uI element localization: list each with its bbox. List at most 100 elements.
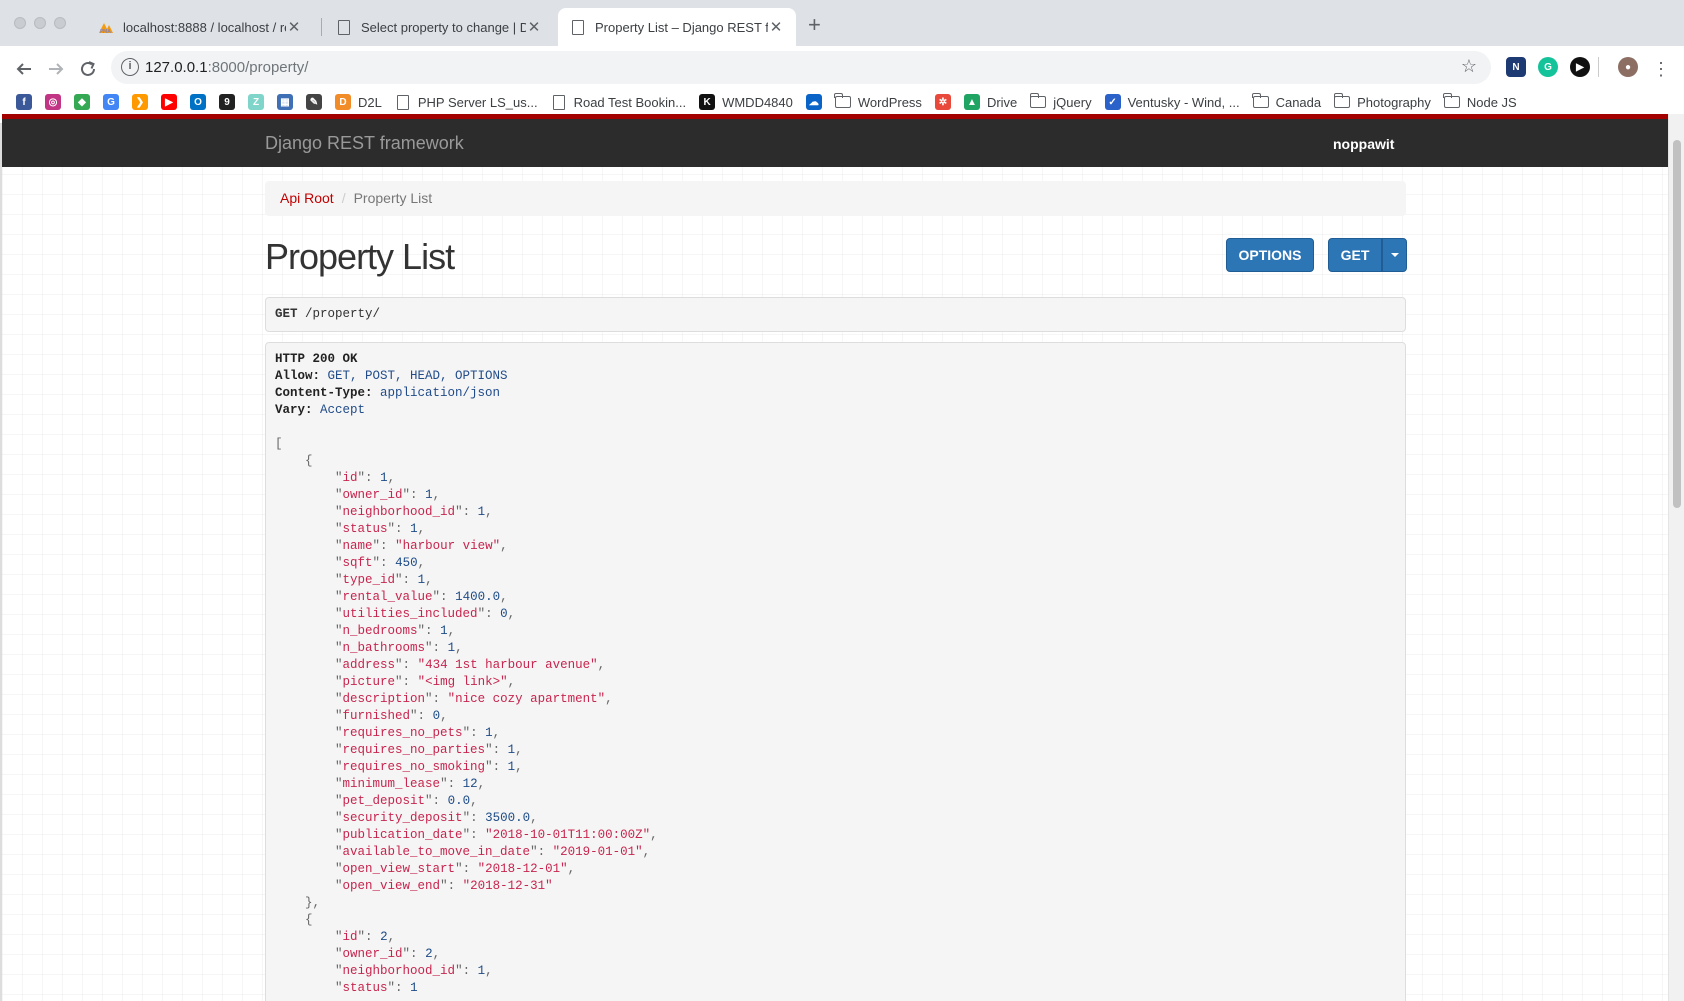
folder-icon bbox=[1252, 93, 1269, 108]
json-field: "open_view_end": "2018-12-31" bbox=[335, 879, 553, 893]
outlook-icon: O bbox=[190, 94, 206, 110]
bookmark-label: WMDD4840 bbox=[722, 94, 793, 110]
page-icon bbox=[570, 19, 586, 35]
bookmark-item[interactable]: Z bbox=[248, 94, 264, 110]
bookmark-item[interactable]: WordPress bbox=[834, 93, 922, 110]
json-field: "pet_deposit": 0.0, bbox=[335, 794, 478, 808]
json-field: "requires_no_parties": 1, bbox=[335, 743, 523, 757]
back-icon[interactable] bbox=[13, 58, 35, 80]
bookmark-item[interactable]: f bbox=[16, 94, 32, 110]
pinwheel-icon: ✲ bbox=[934, 94, 951, 110]
bookmark-label: Node JS bbox=[1466, 94, 1517, 110]
grammarly-icon[interactable]: G bbox=[1538, 57, 1558, 77]
bookmark-item[interactable]: ▲ Drive bbox=[963, 94, 1018, 110]
bookmark-item[interactable]: O bbox=[190, 94, 206, 110]
close-icon[interactable]: ✕ bbox=[526, 18, 542, 36]
bookmark-item[interactable]: K WMDD4840 bbox=[699, 94, 793, 110]
tab-title: Property List – Django REST fra bbox=[595, 19, 768, 35]
browser-toolbar: i 127.0.0.1:8000/property/ ☆ N G ▶ ● ⋮ f… bbox=[0, 46, 1684, 143]
site-info-icon[interactable]: i bbox=[121, 58, 139, 76]
json-field: "status": 1 bbox=[335, 981, 418, 995]
bookmark-item[interactable]: 9 bbox=[219, 94, 235, 110]
get-button[interactable]: GET bbox=[1328, 238, 1382, 272]
request-path: /property/ bbox=[297, 307, 381, 321]
options-button[interactable]: OPTIONS bbox=[1226, 238, 1314, 272]
bookmark-item[interactable]: ✓ Ventusky - Wind, ... bbox=[1104, 94, 1240, 110]
json-field: "rental_value": 1400.0, bbox=[335, 590, 508, 604]
response-header: Allow: GET, POST, HEAD, OPTIONS bbox=[275, 369, 508, 383]
json-field: "description": "nice cozy apartment", bbox=[335, 692, 613, 706]
scrollbar-thumb[interactable] bbox=[1673, 140, 1681, 508]
bookmark-item[interactable]: ❯ bbox=[132, 94, 148, 110]
bookmark-label: WordPress bbox=[857, 94, 922, 110]
json-field: "owner_id": 1, bbox=[335, 488, 441, 502]
youtube-icon: ▶ bbox=[161, 94, 177, 110]
json-field: "n_bedrooms": 1, bbox=[335, 624, 456, 638]
news-extension-icon[interactable]: N bbox=[1506, 57, 1526, 77]
bookmark-item[interactable]: ◎ bbox=[45, 94, 61, 110]
menu-icon[interactable]: ⋮ bbox=[1650, 58, 1672, 80]
bookmark-item[interactable]: ▶ bbox=[161, 94, 177, 110]
media-extension-icon[interactable]: ▶ bbox=[1570, 57, 1590, 77]
drive-icon: ▲ bbox=[963, 94, 980, 110]
bookmark-item[interactable]: Node JS bbox=[1443, 93, 1517, 110]
breadcrumb: Api Root / Property List bbox=[265, 181, 1406, 216]
tab-title: localhost:8888 / localhost / rer bbox=[123, 19, 286, 35]
bookmark-item[interactable]: G bbox=[103, 94, 119, 110]
bookmark-star-icon[interactable]: ☆ bbox=[1461, 56, 1477, 77]
page-icon bbox=[396, 94, 409, 110]
bookmark-item[interactable]: PHP Server LS_us... bbox=[395, 94, 538, 110]
tab-property-list[interactable]: Property List – Django REST fra ✕ bbox=[558, 8, 796, 46]
bookmark-item[interactable]: ▦ bbox=[277, 94, 293, 110]
json-field: "requires_no_pets": 1, bbox=[335, 726, 501, 740]
bookmark-label: PHP Server LS_us... bbox=[417, 94, 538, 110]
bookmark-label: jQuery bbox=[1053, 94, 1092, 110]
page-scrollbar[interactable] bbox=[1668, 114, 1684, 1001]
breadcrumb-current: Property List bbox=[353, 190, 433, 206]
tab-phpmyadmin[interactable]: PMA localhost:8888 / localhost / rer ✕ bbox=[86, 8, 314, 46]
bookmark-item[interactable]: ◆ bbox=[74, 94, 90, 110]
window-minimize-button[interactable] bbox=[34, 17, 46, 29]
ventusky-icon: ✓ bbox=[1104, 94, 1121, 110]
zeplin-icon: Z bbox=[248, 94, 264, 110]
bookmark-label: Drive bbox=[986, 94, 1018, 110]
navbar-brand[interactable]: Django REST framework bbox=[265, 133, 464, 154]
forward-icon[interactable] bbox=[45, 58, 67, 80]
bookmark-item[interactable]: Canada bbox=[1252, 93, 1322, 110]
json-field: "status": 1, bbox=[335, 522, 426, 536]
json-field: "name": "harbour view", bbox=[335, 539, 508, 553]
request-method: GET bbox=[275, 307, 298, 321]
bookmark-item[interactable]: ✎ bbox=[306, 94, 322, 110]
get-format-dropdown[interactable] bbox=[1382, 238, 1407, 272]
bookmark-label: Ventusky - Wind, ... bbox=[1127, 94, 1240, 110]
json-bracket: [ bbox=[275, 437, 283, 451]
avatar[interactable]: ● bbox=[1618, 57, 1638, 77]
close-icon[interactable]: ✕ bbox=[286, 18, 302, 36]
caret-down-icon bbox=[1390, 253, 1399, 257]
breadcrumb-api-root[interactable]: Api Root bbox=[280, 190, 334, 206]
json-field: "open_view_start": "2018-12-01", bbox=[335, 862, 576, 876]
bookmark-item[interactable]: ☁ bbox=[805, 94, 822, 110]
new-tab-icon[interactable]: + bbox=[808, 12, 821, 38]
tab-django-admin[interactable]: Select property to change | Dja ✕ bbox=[324, 8, 554, 46]
close-icon[interactable]: ✕ bbox=[768, 18, 784, 36]
bookmark-item[interactable]: Photography bbox=[1333, 93, 1431, 110]
address-bar[interactable]: i 127.0.0.1:8000/property/ ☆ bbox=[111, 51, 1491, 84]
bookmark-item[interactable]: ✲ bbox=[934, 94, 951, 110]
json-field: "requires_no_smoking": 1, bbox=[335, 760, 523, 774]
json-field: "address": "434 1st harbour avenue", bbox=[335, 658, 606, 672]
bookmark-item[interactable]: Road Test Bookin... bbox=[551, 94, 686, 110]
k-icon: K bbox=[699, 94, 716, 110]
user-menu[interactable]: noppawit bbox=[1333, 136, 1394, 152]
reload-icon[interactable] bbox=[77, 58, 99, 80]
bookmark-item[interactable]: D D2L bbox=[335, 94, 382, 110]
window-zoom-button[interactable] bbox=[54, 17, 66, 29]
bookmark-label: Photography bbox=[1357, 94, 1431, 110]
bookmark-item[interactable]: jQuery bbox=[1029, 93, 1092, 110]
response-info: HTTP 200 OK Allow: GET, POST, HEAD, OPTIO… bbox=[265, 342, 1406, 1001]
page-icon bbox=[552, 94, 565, 110]
bookmark-label: Canada bbox=[1275, 94, 1322, 110]
json-field: "owner_id": 2, bbox=[335, 947, 441, 961]
folder-icon bbox=[834, 93, 851, 108]
window-close-button[interactable] bbox=[14, 17, 26, 29]
